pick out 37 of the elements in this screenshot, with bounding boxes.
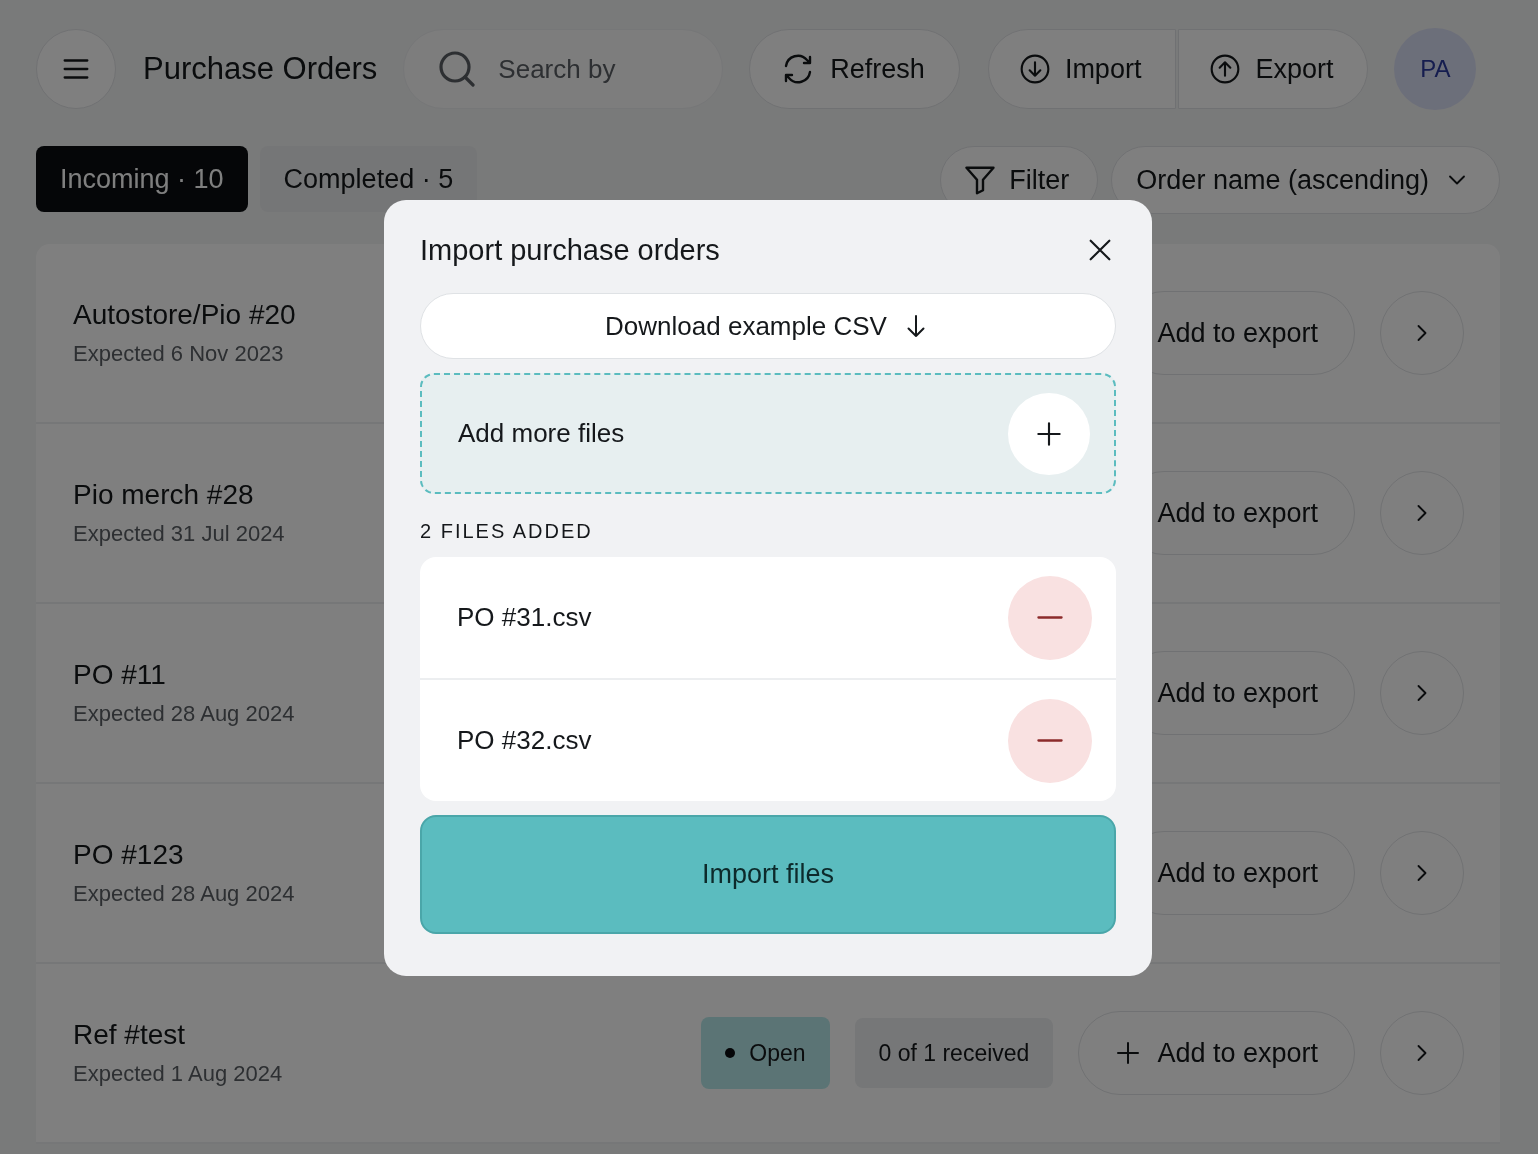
import-button[interactable]: Import [987,29,1177,109]
expected-date: Expected 28 Aug 2024 [73,881,295,907]
search-field[interactable]: Search by [403,29,724,109]
received-count: 0 of 1 received [854,1018,1054,1088]
dropzone-label: Add more files [458,418,625,449]
avatar[interactable]: PA [1394,28,1477,110]
expected-date: Expected 6 Nov 2023 [73,341,284,367]
import-files-button[interactable]: Import files [420,815,1116,934]
minus-icon [1037,739,1063,742]
file-name: PO #32.csv [457,725,592,756]
upload-icon [1209,53,1242,85]
tab[interactable]: Incoming · 10 [36,146,248,212]
page-title: Purchase Orders [143,51,378,87]
file-dropzone[interactable]: Add more files [420,373,1116,494]
tab[interactable]: Completed · 5 [259,146,478,212]
download-csv-button[interactable]: Download example CSV [420,293,1116,359]
download-icon [1018,53,1051,85]
order-name: Ref #test [73,1019,186,1051]
dialog-title: Import purchase orders [420,233,720,267]
export-button[interactable]: Export [1178,29,1369,109]
minus-icon [1037,616,1063,619]
order-name: PO #11 [73,659,166,691]
filter-icon [965,165,996,195]
expected-date: Expected 1 Aug 2024 [73,1061,283,1087]
expected-date: Expected 31 Jul 2024 [73,521,285,547]
files-heading: 2 FILES ADDED [420,520,594,543]
search-icon [439,51,476,87]
refresh-button[interactable]: Refresh [749,29,960,109]
order-name: PO #123 [73,839,184,871]
order-name: Autostore/Pio #20 [73,299,296,331]
add-to-export-button[interactable]: Add to export [1078,1011,1355,1095]
expected-date: Expected 28 Aug 2024 [73,701,295,727]
order-name: Pio merch #28 [73,479,254,511]
status-badge: Open [701,1017,830,1089]
status-dot [725,1048,736,1058]
file-name: PO #31.csv [457,602,592,633]
sort-dropdown[interactable]: Order name (ascending) [1111,146,1500,214]
